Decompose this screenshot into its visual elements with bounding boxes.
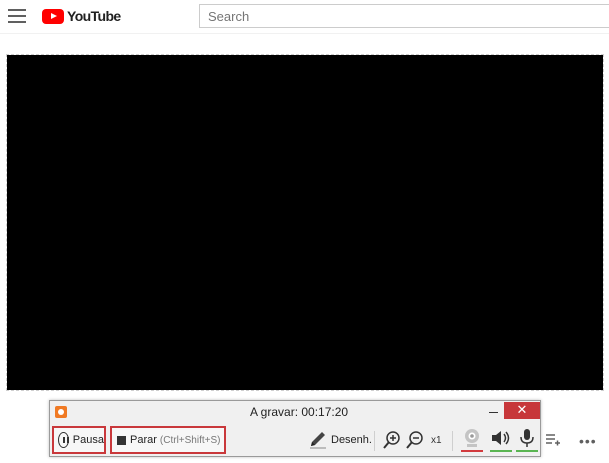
microphone-toggle[interactable] <box>516 428 538 452</box>
speaker-indicator <box>490 450 512 452</box>
zoom-out-icon[interactable] <box>406 430 424 450</box>
recording-timer: A gravar: 00:17:20 <box>250 405 348 419</box>
zoom-in-icon[interactable] <box>383 430 401 450</box>
screen: YouTube A gravar: 00:17:20 ✕ Pausa Parar… <box>0 0 609 463</box>
minimize-button[interactable] <box>488 403 500 419</box>
search-input[interactable] <box>199 4 609 28</box>
speaker-icon <box>492 431 510 445</box>
draw-button[interactable]: Desenh. <box>308 429 372 451</box>
separator <box>452 431 453 451</box>
separator <box>374 431 375 451</box>
webcam-indicator <box>461 450 483 452</box>
pause-label: Pausa <box>72 434 104 446</box>
recording-status-label: A gravar: <box>250 405 299 419</box>
draw-label: Desenh. <box>331 434 372 446</box>
speaker-toggle[interactable] <box>490 428 512 452</box>
screen-recorder-panel: A gravar: 00:17:20 ✕ Pausa Parar (Ctrl+S… <box>49 400 541 457</box>
stop-shortcut: (Ctrl+Shift+S) <box>159 434 221 446</box>
recording-elapsed: 00:17:20 <box>301 405 349 419</box>
stop-label: Parar <box>130 434 157 446</box>
close-button[interactable]: ✕ <box>504 402 540 419</box>
pause-button[interactable]: Pausa <box>52 426 106 454</box>
add-to-queue-icon[interactable] <box>545 432 561 446</box>
menu-icon[interactable] <box>8 9 26 23</box>
video-player[interactable] <box>6 54 604 391</box>
webcam-toggle[interactable] <box>461 428 483 452</box>
stop-button[interactable]: Parar (Ctrl+Shift+S) <box>110 426 226 454</box>
pencil-icon <box>310 432 326 449</box>
recorder-titlebar[interactable]: A gravar: 00:17:20 ✕ <box>50 401 540 423</box>
microphone-indicator <box>516 450 538 452</box>
youtube-logo-text: YouTube <box>67 8 121 24</box>
more-options-icon[interactable]: ••• <box>579 433 597 449</box>
webcam-icon <box>465 429 479 447</box>
stop-icon <box>117 435 126 445</box>
microphone-icon <box>520 429 534 447</box>
app-icon <box>55 406 67 418</box>
pause-icon <box>58 432 69 448</box>
zoom-level: x1 <box>431 435 442 446</box>
youtube-logo[interactable]: YouTube <box>42 8 121 24</box>
youtube-play-icon <box>42 8 64 24</box>
youtube-header: YouTube <box>0 0 609 34</box>
